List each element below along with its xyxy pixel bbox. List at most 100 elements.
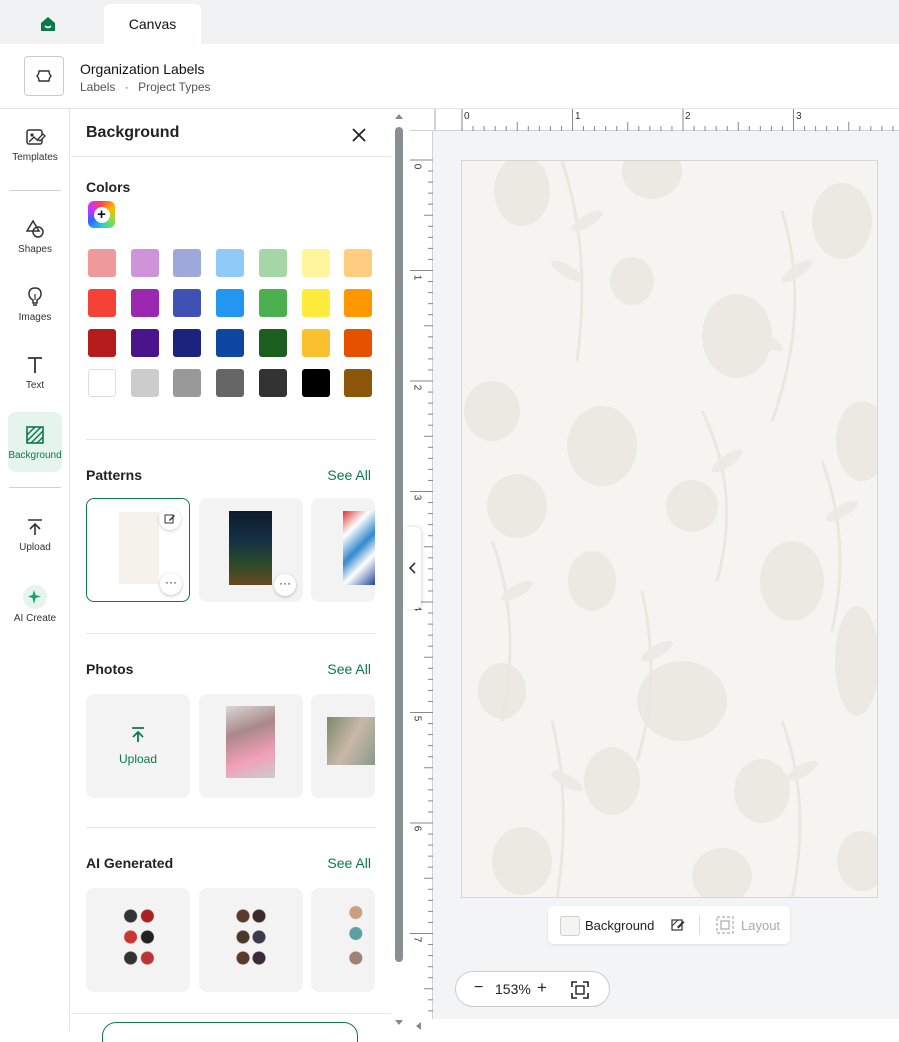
edit-icon[interactable] (159, 508, 181, 530)
color-swatch[interactable] (258, 249, 287, 277)
photo-card-baby[interactable] (199, 694, 303, 798)
photos-see-all[interactable]: See All (327, 661, 371, 677)
pattern-card-selected[interactable]: ··· (86, 498, 190, 602)
color-swatch[interactable] (216, 249, 245, 277)
ruler-corner (410, 109, 435, 131)
color-swatch[interactable] (173, 289, 202, 317)
scroll-up-icon[interactable] (394, 112, 404, 120)
patterns-see-all[interactable]: See All (327, 467, 371, 483)
color-swatch[interactable] (173, 369, 202, 397)
zoom-level[interactable]: 153% (495, 981, 531, 997)
panel-bottom-button[interactable] (102, 1022, 358, 1042)
layout-button[interactable]: Layout (741, 918, 780, 933)
color-swatch[interactable] (301, 289, 330, 317)
home-icon[interactable] (34, 12, 62, 36)
color-swatch[interactable] (258, 369, 287, 397)
color-swatch[interactable] (88, 369, 116, 397)
color-swatch[interactable] (130, 369, 159, 397)
ai-card-2[interactable] (199, 888, 303, 992)
breadcrumb-labels[interactable]: Labels (80, 80, 115, 94)
ruler-label: 7 (411, 936, 423, 943)
color-swatch[interactable] (130, 249, 159, 277)
color-swatch[interactable] (301, 249, 330, 277)
chevron-left-icon (409, 562, 416, 574)
edit-background-icon[interactable] (670, 917, 686, 933)
color-swatch[interactable] (216, 369, 245, 397)
color-swatch[interactable] (88, 249, 116, 277)
zoom-out-button[interactable]: − (474, 979, 483, 997)
panel-divider (71, 1013, 391, 1014)
ruler-label: 2 (411, 384, 423, 391)
pattern-card-night[interactable]: ··· (199, 498, 303, 602)
color-swatch[interactable] (88, 329, 116, 357)
color-swatch[interactable] (344, 329, 373, 357)
rail-item-templates[interactable]: Templates (8, 114, 62, 174)
rail-divider (9, 487, 61, 488)
tab-canvas[interactable]: Canvas (104, 4, 201, 44)
patterns-title: Patterns (86, 467, 143, 483)
background-color-chip[interactable] (560, 916, 580, 936)
ruler-ticks (461, 109, 894, 131)
color-swatch[interactable] (301, 369, 330, 397)
section-divider (86, 633, 376, 634)
color-swatch[interactable] (173, 249, 202, 277)
project-header: Organization Labels Labels · Project Typ… (0, 44, 899, 109)
color-swatch[interactable] (130, 329, 159, 357)
ruler-label: 6 (411, 825, 423, 832)
ruler-label: 5 (411, 715, 423, 722)
more-options-icon[interactable]: ··· (274, 574, 296, 596)
toolbar-divider (699, 915, 700, 935)
photo-card-couple[interactable] (311, 694, 375, 798)
color-swatch[interactable] (258, 289, 287, 317)
colors-title: Colors (86, 179, 131, 195)
color-swatch[interactable] (344, 289, 373, 317)
rail-label: Upload (19, 541, 51, 553)
background-icon (26, 425, 44, 444)
rail-label: Background (8, 449, 62, 461)
rail-item-upload[interactable]: Upload (8, 504, 62, 564)
ai-generated-see-all[interactable]: See All (327, 855, 371, 871)
add-color-button[interactable]: + (88, 201, 115, 228)
color-swatch[interactable] (301, 329, 330, 357)
leaf-pattern-background (464, 161, 877, 897)
photo-thumbnail (327, 717, 375, 765)
collapse-panel-button[interactable] (405, 527, 421, 609)
more-options-icon[interactable]: ··· (160, 573, 182, 595)
upload-photo-card[interactable]: Upload (86, 694, 190, 798)
ai-card-1[interactable] (86, 888, 190, 992)
pattern-card-abstract[interactable] (311, 498, 375, 602)
ai-card-3[interactable] (311, 888, 375, 992)
color-swatch[interactable] (344, 369, 373, 397)
rail-item-background[interactable]: Background (8, 412, 62, 472)
rail-item-ai-create[interactable]: AI Create (8, 574, 62, 634)
top-bar: Canvas (0, 0, 899, 44)
rail-item-text[interactable]: Text (8, 342, 62, 402)
rail-item-images[interactable]: Images (8, 274, 62, 334)
color-swatch[interactable] (216, 289, 245, 317)
background-button[interactable]: Background (585, 918, 654, 933)
color-swatch[interactable] (173, 329, 202, 357)
panel-divider (71, 156, 391, 157)
scroll-down-icon[interactable] (394, 1019, 404, 1027)
horizontal-scrollbar[interactable] (410, 1019, 899, 1031)
fit-to-screen-icon[interactable] (570, 980, 590, 1000)
pattern-thumbnail (343, 511, 375, 585)
close-icon[interactable] (346, 122, 372, 148)
photo-thumbnail (226, 706, 275, 778)
color-swatch[interactable] (88, 289, 116, 317)
zoom-in-button[interactable]: + (537, 978, 547, 998)
ai-thumbnail (231, 902, 271, 972)
canvas-context-toolbar: Background Layout (548, 906, 790, 944)
scroll-left-icon[interactable] (414, 1021, 422, 1031)
project-type-button[interactable] (24, 56, 64, 96)
color-swatch[interactable] (216, 329, 245, 357)
color-swatch[interactable] (344, 249, 373, 277)
rail-item-shapes[interactable]: Shapes (8, 206, 62, 266)
breadcrumb-project-types[interactable]: Project Types (138, 80, 210, 94)
color-swatch[interactable] (258, 329, 287, 357)
scroll-thumb[interactable] (395, 127, 403, 962)
color-swatch[interactable] (130, 289, 159, 317)
rail-label: Shapes (18, 243, 52, 255)
panel-title: Background (86, 124, 180, 141)
design-canvas[interactable] (461, 160, 878, 898)
